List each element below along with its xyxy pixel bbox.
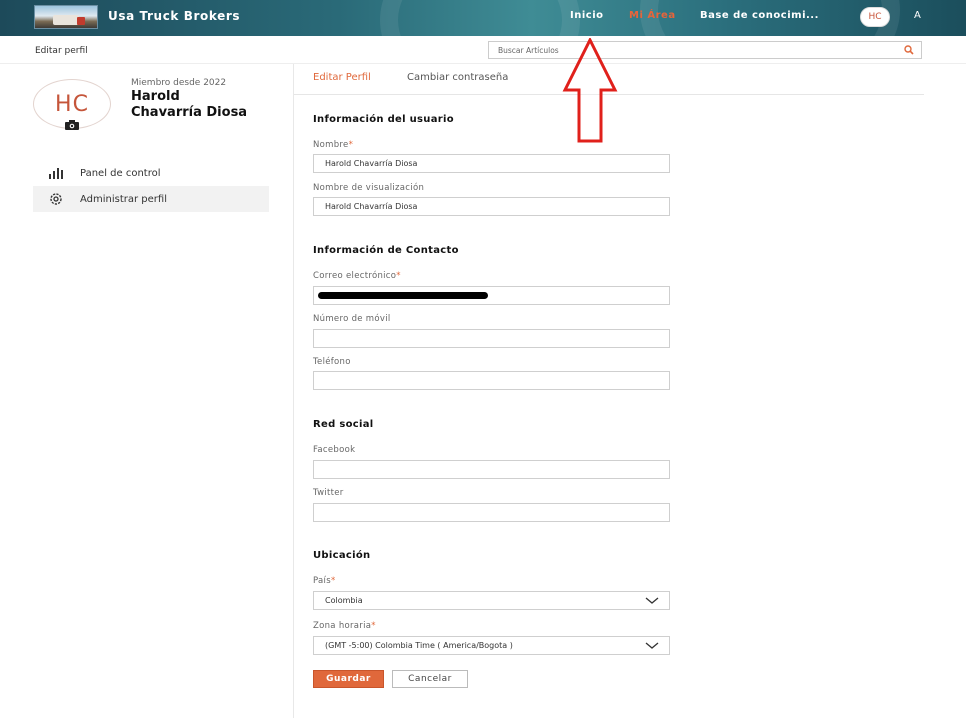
country-value: Colombia [325, 596, 363, 605]
sidebar-item-label: Panel de control [80, 167, 161, 179]
display-name-label: Nombre de visualización [313, 183, 425, 193]
search-input[interactable] [489, 42, 889, 58]
cancel-button[interactable]: Cancelar [392, 670, 468, 688]
required-mark: * [371, 621, 376, 631]
brand-name[interactable]: Usa Truck Brokers [108, 9, 240, 23]
annotation-arrow-icon [562, 38, 618, 143]
section-title-social: Red social [313, 419, 374, 430]
mobile-label: Número de móvil [313, 314, 391, 324]
nav-inicio[interactable]: Inicio [570, 10, 604, 21]
email-label: Correo electrónico* [313, 271, 401, 281]
timezone-label: Zona horaria* [313, 621, 376, 631]
twitter-label: Twitter [313, 488, 344, 498]
sidebar-item-label: Administrar perfil [80, 193, 167, 205]
bar-chart-icon [49, 168, 63, 179]
logo-truck-trailer [53, 15, 79, 25]
camera-icon[interactable] [64, 119, 80, 131]
required-mark: * [348, 140, 354, 150]
label-text: Correo electrónico [313, 271, 397, 281]
phone-label: Teléfono [313, 357, 351, 367]
label-text: País [313, 576, 331, 586]
phone-field[interactable] [313, 371, 670, 390]
profile-name: Harold Chavarría Diosa [131, 89, 248, 120]
section-title-contact: Información de Contacto [313, 245, 459, 256]
facebook-field[interactable] [313, 460, 670, 479]
member-since: Miembro desde 2022 [131, 78, 227, 88]
breadcrumb: Editar perfil [35, 46, 88, 56]
nav-base-conocimiento[interactable]: Base de conocimi... [700, 10, 819, 21]
sub-header: Editar perfil [0, 36, 966, 64]
top-header: Usa Truck Brokers Inicio Mi Área Base de… [0, 0, 966, 36]
header-decoration [380, 0, 580, 36]
redaction-mark [318, 292, 488, 299]
search-icon[interactable] [904, 45, 914, 55]
section-title-user-info: Información del usuario [313, 114, 454, 125]
brand-logo[interactable] [34, 5, 98, 29]
country-label: País* [313, 576, 336, 586]
tab-cambiar-contrasena[interactable]: Cambiar contraseña [407, 72, 508, 83]
timezone-value: (GMT -5:00) Colombia Time ( America/Bogo… [325, 641, 513, 650]
required-mark: * [396, 271, 401, 281]
label-text: Nombre [313, 140, 349, 150]
logo-truck-cab [77, 17, 85, 25]
sidebar-item-administrar-perfil[interactable]: Administrar perfil [33, 186, 269, 212]
tab-editar-perfil[interactable]: Editar Perfil [313, 72, 371, 83]
section-title-location: Ubicación [313, 550, 371, 561]
chevron-down-icon [645, 597, 659, 604]
facebook-label: Facebook [313, 445, 356, 455]
name-field[interactable]: Harold Chavarría Diosa [313, 154, 670, 173]
timezone-select[interactable]: (GMT -5:00) Colombia Time ( America/Bogo… [313, 636, 670, 655]
sidebar-item-panel-de-control[interactable]: Panel de control [33, 160, 269, 186]
language-selector[interactable]: A [914, 10, 921, 21]
label-text: Zona horaria [313, 621, 372, 631]
twitter-field[interactable] [313, 503, 670, 522]
gear-icon [50, 193, 62, 205]
country-select[interactable]: Colombia [313, 591, 670, 610]
required-mark: * [330, 576, 336, 586]
name-label: Nombre* [313, 140, 353, 150]
chevron-down-icon [645, 642, 659, 649]
user-avatar-menu[interactable]: HC [860, 7, 890, 27]
search-box [488, 41, 922, 59]
nav-mi-area[interactable]: Mi Área [629, 10, 676, 21]
mobile-field[interactable] [313, 329, 670, 348]
save-button[interactable]: Guardar [313, 670, 384, 688]
display-name-field[interactable]: Harold Chavarría Diosa [313, 197, 670, 216]
